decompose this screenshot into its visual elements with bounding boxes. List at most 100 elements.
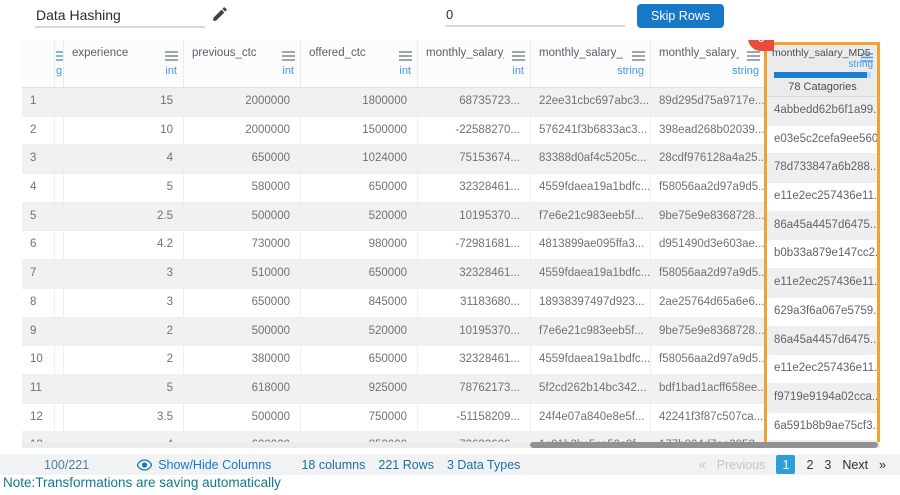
table-cell: 9be75e9e8368728... (651, 203, 766, 231)
table-cell: 520000 (301, 203, 418, 231)
page-button-1[interactable]: 1 (776, 455, 795, 474)
column-header-monthly_salary_Sh...[interactable]: monthly_salary_Sh... string (651, 40, 766, 87)
column-type-label: string (617, 65, 644, 77)
page-button-2[interactable]: 2 (806, 458, 813, 472)
eye-icon (137, 459, 152, 471)
column-menu-icon[interactable] (56, 48, 64, 66)
previous-button[interactable]: Previous (717, 458, 766, 472)
show-hide-columns-button[interactable]: Show/Hide Columns (137, 458, 271, 472)
table-cell: 629a3f6a067e5759... (767, 298, 877, 327)
table-cell: 580000 (184, 174, 301, 202)
transformation-name-input[interactable] (35, 4, 205, 28)
table-cell: 2 (64, 318, 184, 346)
show-hide-columns-label: Show/Hide Columns (158, 458, 271, 472)
column-menu-icon[interactable] (861, 49, 873, 67)
table-row: 11561800092500078762173...5f2cd262b14bc3… (22, 375, 880, 404)
row-number-cell: 9 (22, 318, 55, 346)
table-cell: 5 (64, 375, 184, 403)
row-number-cell: 8 (22, 289, 55, 317)
row-number-cell: 11 (22, 375, 55, 403)
column-header-monthly_salary_Ha...[interactable]: monthly_salary_Ha... int (418, 40, 531, 87)
table-cell: 618000 (184, 375, 301, 403)
table-cell: b0b33a879e147cc2... (767, 240, 877, 269)
table-row: 4558000065000032328461...4559fdaea19a1bd… (22, 174, 880, 203)
table-cell: 2.5 (64, 203, 184, 231)
column-name-label: monthly_salary_Sh... (659, 47, 739, 59)
next-button[interactable]: Next (842, 458, 868, 472)
column-menu-icon[interactable] (632, 48, 645, 66)
table-cell: 500000 (184, 404, 301, 432)
table-row: 8365000084500031183680...18938397497d923… (22, 289, 880, 318)
status-bar: 100/221 Show/Hide Columns 18 columns 221… (0, 454, 900, 475)
table-cell: 4559fdaea19a1bdfc... (531, 260, 651, 288)
table-cell: e11e2ec257436e11... (767, 355, 877, 384)
table-cell: 650000 (301, 174, 418, 202)
categories-distribution-bar (774, 72, 871, 78)
table-cell: 31183680... (418, 289, 531, 317)
column-header-previous_ctc[interactable]: previous_ctc int (184, 40, 301, 87)
column-header-monthly-salary-md5[interactable]: monthly_salary_MD5 string 78 Catagories (767, 45, 877, 97)
skip-rows-button[interactable]: Skip Rows (637, 4, 724, 28)
page-button-3[interactable]: 3 (824, 458, 831, 472)
table-cell (55, 117, 64, 145)
table-cell: 5f2cd262b14bc342... (531, 375, 651, 403)
table-cell: 78d733847a6b288... (767, 154, 877, 183)
columns-count-label: 18 columns (301, 458, 365, 472)
column-header-experience[interactable]: experience int (64, 40, 184, 87)
column-name-label: monthly_salary_Ha... (426, 47, 504, 59)
table-cell: 510000 (184, 260, 301, 288)
table-cell: 3 (64, 260, 184, 288)
table-cell: f9719e9194a02cca... (767, 384, 877, 413)
table-cell: 4813899ae095ffa3... (531, 231, 651, 259)
table-cell: bdf1bad1acff658ee... (651, 375, 766, 403)
column-header-monthly_salary_Sh...[interactable]: monthly_salary_Sh... string (531, 40, 651, 87)
column-type-label: string (732, 65, 759, 77)
table-row: 64.2730000980000-72981681...4813899ae095… (22, 231, 880, 260)
previous-arrow[interactable]: « (699, 458, 706, 472)
table-cell: 520000 (301, 318, 418, 346)
table-cell: 500000 (184, 203, 301, 231)
table-cell (55, 318, 64, 346)
table-cell: 32328461... (418, 260, 531, 288)
table-cell: 10195370... (418, 203, 531, 231)
table-row: 34650000102400075153674...83388d0af4c520… (22, 145, 880, 174)
table-row: 21020000001500000-22588270...576241f3b68… (22, 117, 880, 146)
column-type-label: int (399, 65, 411, 77)
categories-count-label: 78 Catagories (772, 81, 873, 94)
table-cell: 86a45a4457d6475... (767, 327, 877, 356)
column-type-label: int (512, 65, 524, 77)
column-name-label: experience (72, 47, 156, 59)
skip-rows-input[interactable] (445, 4, 625, 27)
table-cell: 398ead268b02039... (651, 117, 766, 145)
column-menu-icon[interactable] (282, 48, 295, 66)
table-cell: -22588270... (418, 117, 531, 145)
column-header-hidden[interactable]: g (55, 40, 64, 87)
data-types-count-label: 3 Data Types (447, 458, 520, 472)
column-type-label: int (282, 65, 294, 77)
table-cell (55, 346, 64, 374)
highlighted-column-monthly-salary-md5[interactable]: monthly_salary_MD5 string 78 Catagories … (764, 42, 880, 448)
table-cell (55, 88, 64, 116)
table-cell: 500000 (184, 318, 301, 346)
column-menu-icon[interactable] (512, 48, 525, 66)
column-menu-icon[interactable] (399, 48, 412, 66)
table-cell: 32328461... (418, 346, 531, 374)
table-cell: 650000 (301, 260, 418, 288)
row-number-cell: 2 (22, 117, 55, 145)
table-body: 1152000000180000068735723...22ee31cbc697… (22, 88, 880, 448)
column-type-label: g (56, 65, 62, 77)
row-number-cell: 7 (22, 260, 55, 288)
table-row: 10238000065000032328461...4559fdaea19a1b… (22, 346, 880, 375)
horizontal-scrollbar-thumb[interactable] (530, 442, 878, 448)
table-cell: 83388d0af4c5205c... (531, 145, 651, 173)
column-menu-icon[interactable] (165, 48, 178, 66)
table-cell: f58056aa2d97a9d5... (651, 174, 766, 202)
column-type-label: int (165, 65, 177, 77)
horizontal-scrollbar[interactable] (22, 442, 880, 448)
edit-pencil-icon[interactable] (211, 5, 229, 23)
column-type-label: string (772, 59, 873, 70)
table-row: 1152000000180000068735723...22ee31cbc697… (22, 88, 880, 117)
next-arrow[interactable]: » (879, 458, 886, 472)
column-header-offered_ctc[interactable]: offered_ctc int (301, 40, 418, 87)
table-cell: 15 (64, 88, 184, 116)
